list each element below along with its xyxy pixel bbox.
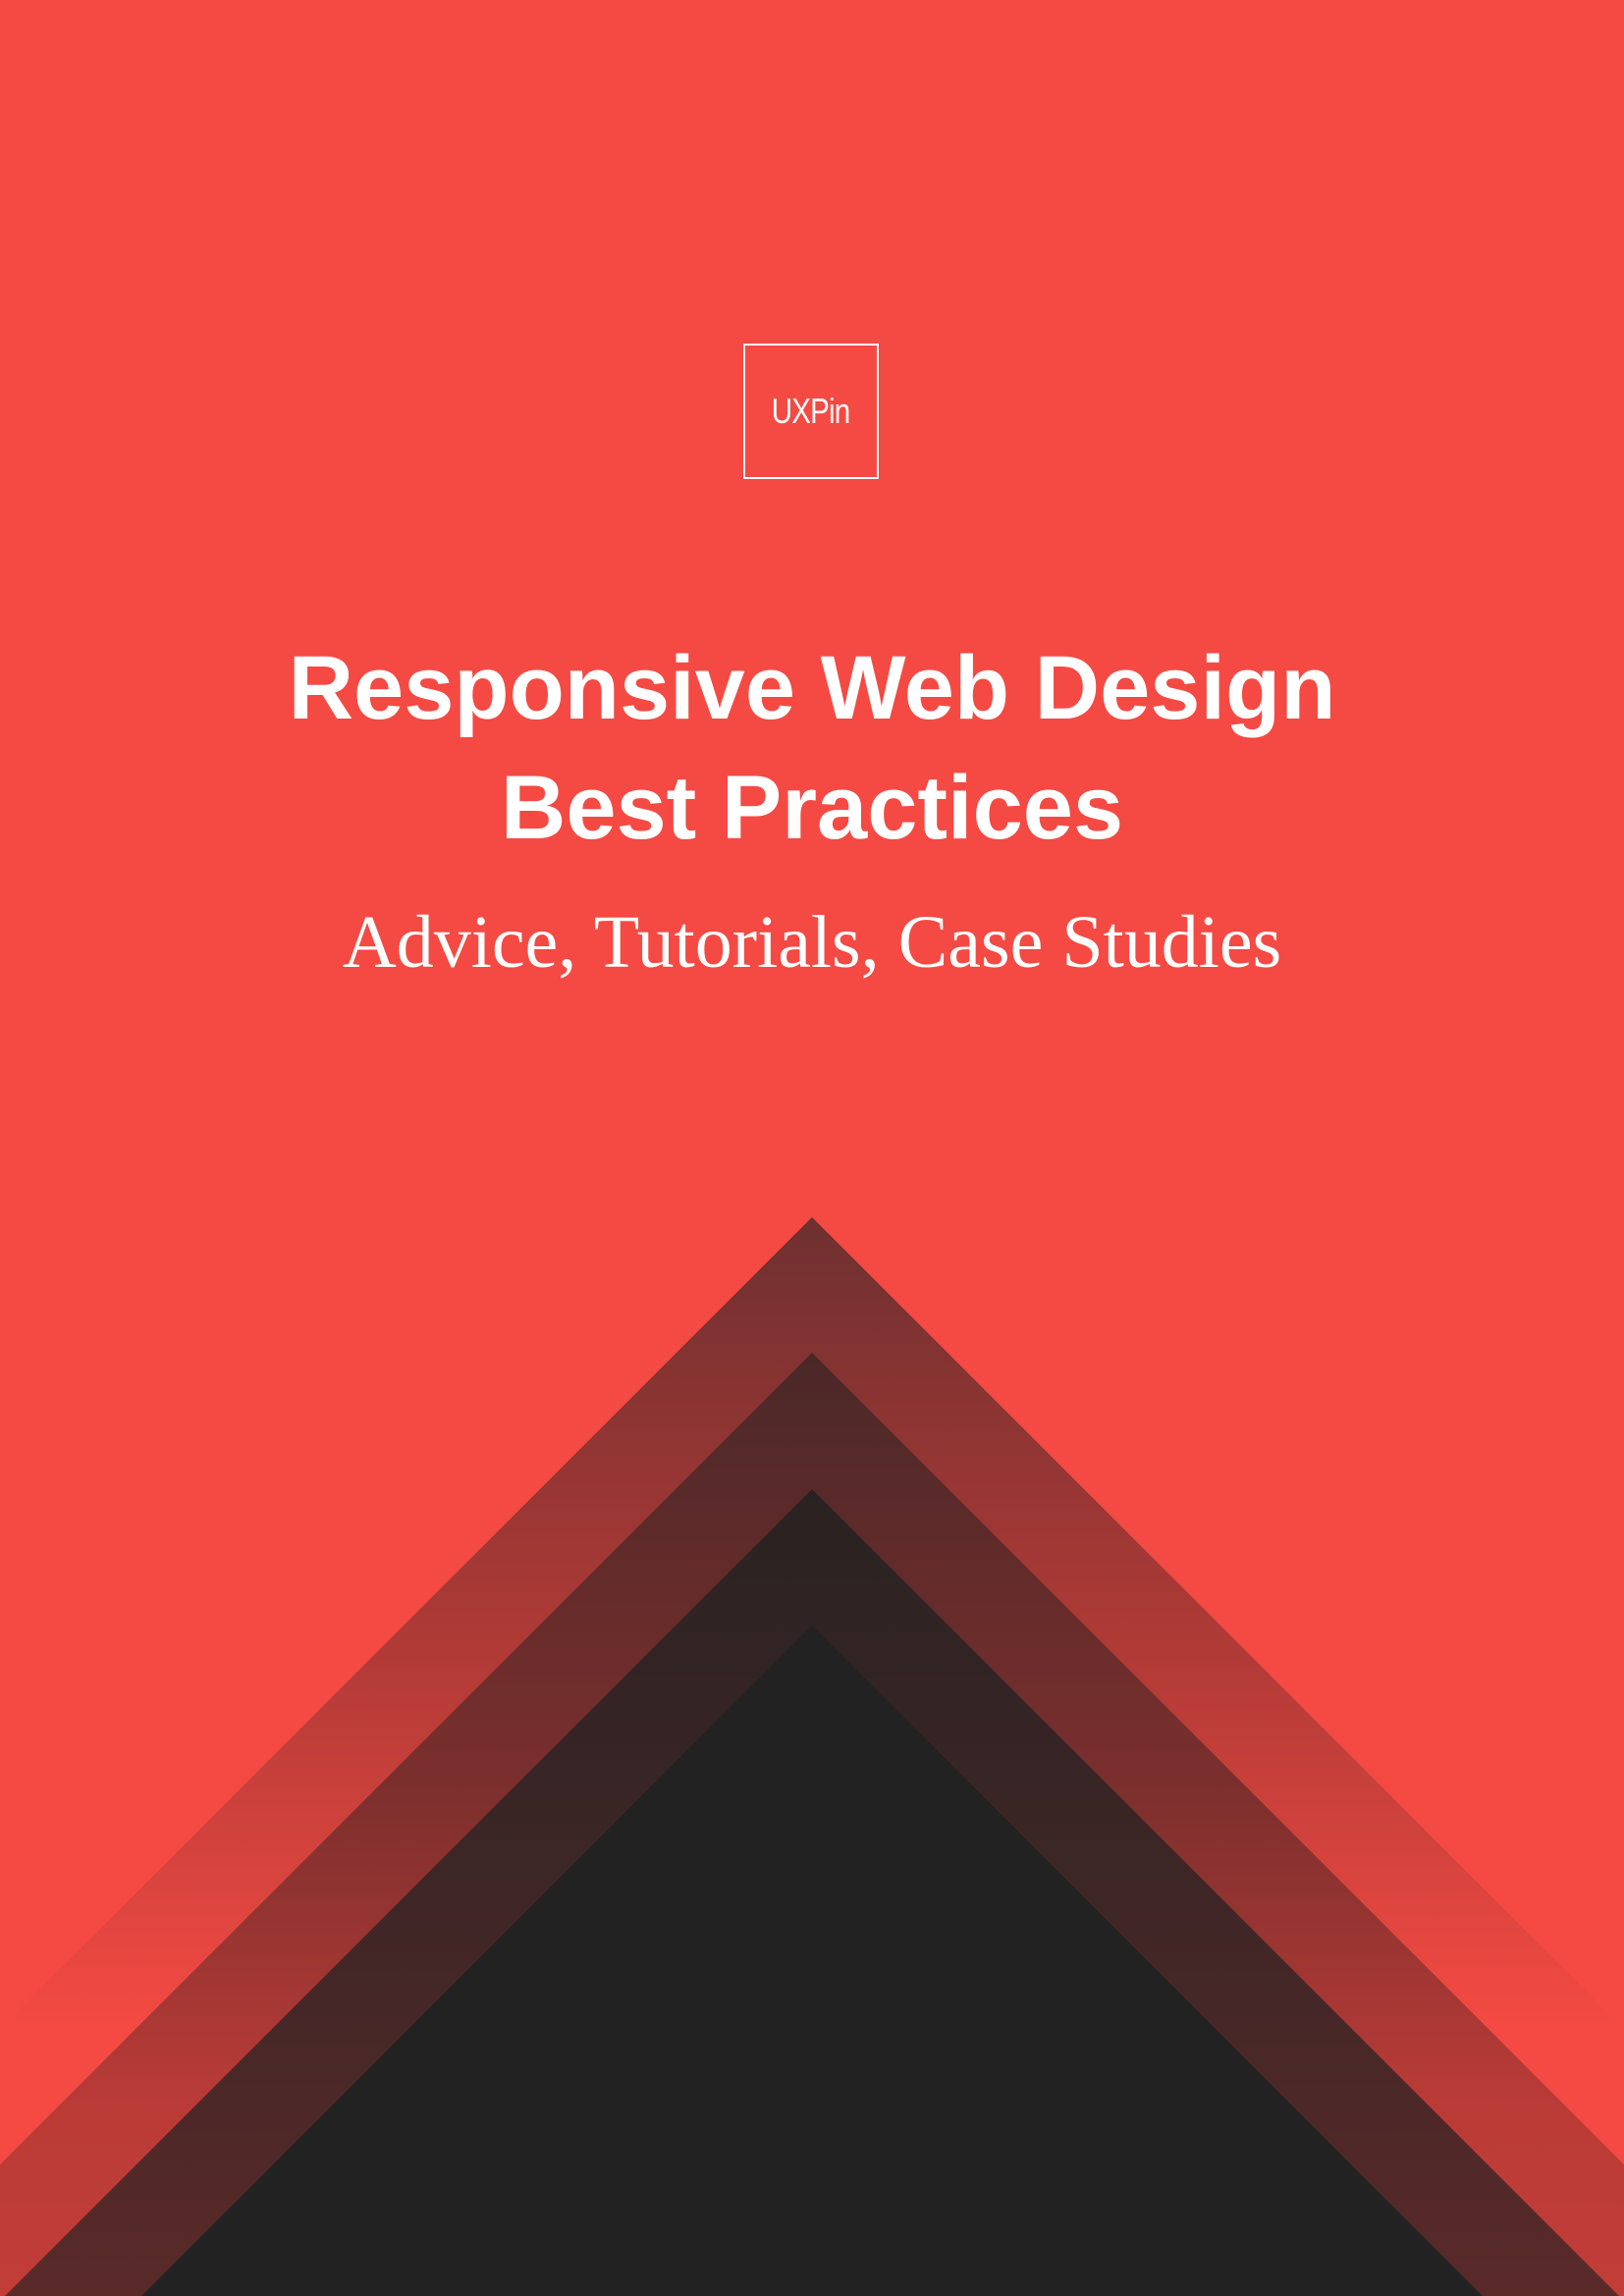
ebook-cover: UXPin Responsive Web Design Best Practic… — [0, 0, 1624, 2296]
title-line-2: Best Practices — [500, 758, 1124, 858]
chevron-graphic — [0, 1217, 1624, 2296]
uxpin-logo: UXPin — [743, 344, 879, 479]
logo-text: UXPin — [772, 391, 850, 431]
title-line-1: Responsive Web Design — [288, 638, 1336, 738]
subtitle: Advice, Tutorials, Case Studies — [342, 901, 1282, 984]
